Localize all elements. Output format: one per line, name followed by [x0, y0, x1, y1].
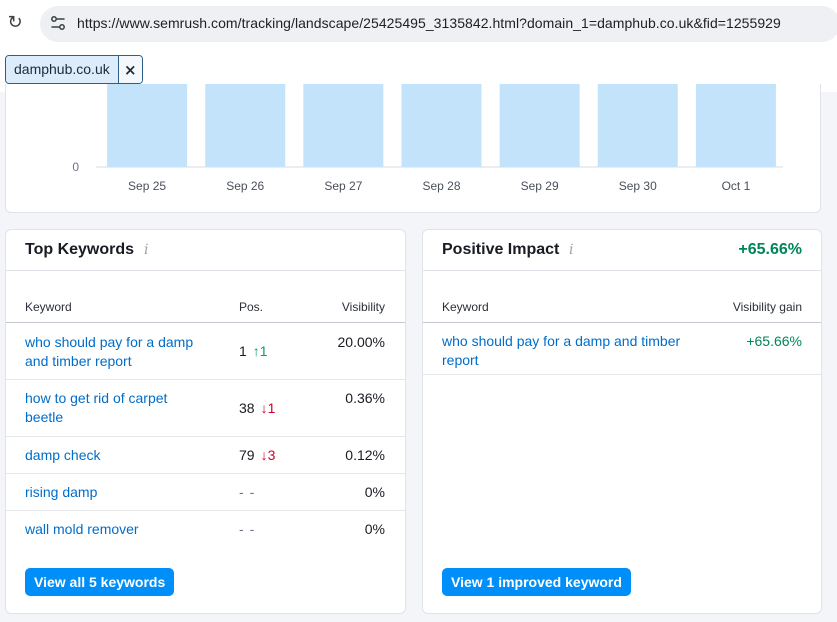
card-header: Top Keywords i — [6, 230, 405, 271]
positive-impact-card: Positive Impact i +65.66% Keyword Visibi… — [422, 229, 822, 614]
column-header-keyword: Keyword — [25, 300, 72, 314]
chart-bar — [597, 84, 678, 167]
column-header-pos[interactable]: Pos. — [239, 300, 263, 314]
table-row: wall mold remover -- 0% — [6, 511, 405, 548]
card-title: Positive Impact — [442, 241, 560, 258]
domain-filter-chip[interactable]: damphub.co.uk × — [5, 55, 143, 84]
keyword-link[interactable]: who should pay for a damp and timber rep… — [25, 333, 193, 371]
position-change-none: - — [249, 521, 255, 537]
keyword-link[interactable]: wall mold remover — [25, 520, 139, 539]
keyword-link[interactable]: rising damp — [25, 483, 97, 502]
x-tick-label: Sep 27 — [324, 179, 362, 193]
x-tick-label: Sep 25 — [128, 179, 166, 193]
y-tick-label: 0 — [72, 160, 79, 174]
table-row: how to get rid of carpet beetle 38 ↓1 0.3… — [6, 380, 405, 437]
chart-bar — [303, 84, 384, 167]
positive-impact-total: +65.66% — [738, 241, 802, 258]
visibility-value: 0.12% — [345, 447, 385, 463]
chart-bar — [107, 84, 188, 167]
chart-bar — [205, 84, 286, 167]
site-info-icon[interactable] — [49, 14, 67, 32]
chart-bar — [499, 84, 580, 167]
position-change-down: ↓3 — [260, 447, 276, 463]
keyword-link[interactable]: how to get rid of carpet beetle — [25, 389, 167, 427]
info-icon[interactable]: i — [144, 242, 148, 258]
domain-chip-label: damphub.co.uk — [6, 56, 118, 83]
x-tick-label: Oct 1 — [722, 179, 751, 193]
visibility-value: 0.36% — [345, 390, 385, 406]
browser-toolbar: ↻ https://www.semrush.com/tracking/lands… — [0, 0, 837, 48]
position-value: -- — [239, 484, 255, 500]
card-title: Top Keywords — [25, 241, 135, 258]
info-icon[interactable]: i — [569, 242, 573, 258]
close-icon[interactable]: × — [117, 56, 142, 83]
chart-bar — [695, 84, 776, 167]
visibility-value: 0% — [364, 521, 385, 537]
visibility-chart-card: 0 Sep 25 Sep 26 Sep 27 Sep 28 Sep 29 Sep 30 Oct… — [5, 84, 821, 213]
table-row: who should pay for a damp and timber rep… — [6, 323, 405, 380]
keyword-link[interactable]: who should pay for a damp and timber rep… — [442, 332, 680, 370]
visibility-value: 0% — [364, 484, 385, 500]
visibility-gain-value: +65.66% — [746, 333, 802, 349]
visibility-value: 20.00% — [337, 334, 385, 350]
position-value: 38 ↓1 — [239, 400, 276, 416]
position-value: 1 ↑1 — [239, 343, 268, 359]
position-change-down: ↓1 — [260, 400, 276, 416]
chart-bar — [401, 84, 482, 167]
top-keywords-card: Top Keywords i Keyword Pos. Visibility w… — [5, 229, 406, 614]
column-header-keyword: Keyword — [442, 300, 489, 314]
table-row: rising damp -- 0% — [6, 474, 405, 511]
table-row: who should pay for a damp and timber rep… — [423, 323, 821, 375]
x-tick-label: Sep 29 — [521, 179, 559, 193]
position-value: 79 ↓3 — [239, 447, 276, 463]
position-change-up: ↑1 — [252, 343, 268, 359]
column-header-visibility[interactable]: Visibility — [342, 300, 385, 314]
x-tick-label: Sep 28 — [422, 179, 460, 193]
position-value: -- — [239, 521, 255, 537]
position-change-none: - — [249, 484, 255, 500]
card-header: Positive Impact i +65.66% — [423, 230, 821, 271]
column-header-visibility-gain[interactable]: Visibility gain — [733, 300, 802, 314]
visibility-bar-chart: 0 Sep 25 Sep 26 Sep 27 Sep 28 Sep 29 Sep 30 Oct… — [72, 84, 783, 193]
url-text[interactable]: https://www.semrush.com/tracking/landsca… — [77, 15, 781, 31]
view-all-keywords-button[interactable]: View all 5 keywords — [25, 568, 175, 596]
reload-icon[interactable]: ↻ — [6, 12, 24, 34]
keyword-link[interactable]: damp check — [25, 446, 100, 465]
view-improved-keyword-button[interactable]: View 1 improved keyword — [442, 568, 631, 596]
x-tick-label: Sep 30 — [619, 179, 657, 193]
x-tick-label: Sep 26 — [226, 179, 264, 193]
table-row: damp check 79 ↓3 0.12% — [6, 437, 405, 474]
